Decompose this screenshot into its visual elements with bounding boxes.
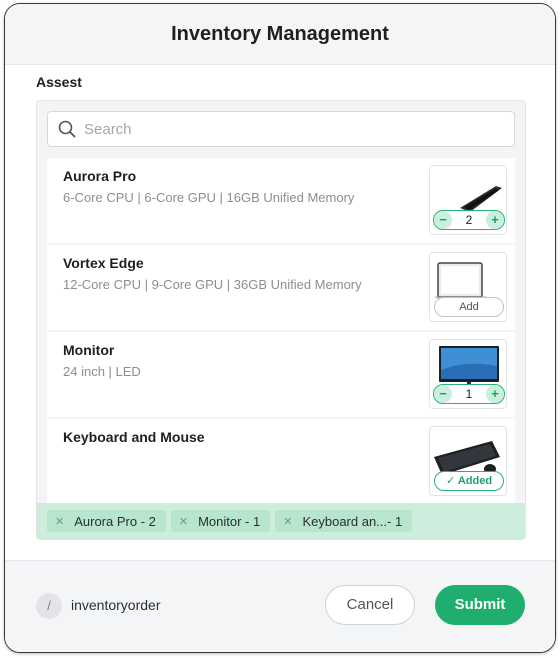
modal-title: Inventory Management (171, 22, 389, 45)
item-spec: 6-Core CPU | 6-Core GPU | 16GB Unified M… (63, 190, 355, 205)
chip-label: Monitor - 1 (198, 513, 261, 529)
added-label: Added (457, 475, 493, 487)
section-label: Assest (36, 74, 82, 90)
inventory-modal: Inventory Management Assest Aurora Pro 6… (4, 3, 556, 653)
list-item: Monitor 24 inch | LED − 1 + (47, 332, 515, 417)
selected-chip[interactable]: ✕ Aurora Pro - 2 (47, 510, 166, 532)
list-item: Keyboard and Mouse ✓ Added (47, 419, 515, 504)
item-name: Keyboard and Mouse (63, 429, 205, 445)
asset-panel: Aurora Pro 6-Core CPU | 6-Core GPU | 16G… (36, 100, 526, 540)
search-icon (58, 120, 76, 138)
list-item: Aurora Pro 6-Core CPU | 6-Core GPU | 16G… (47, 158, 515, 243)
item-name: Aurora Pro (63, 168, 137, 184)
submit-button[interactable]: Submit (435, 585, 525, 625)
item-spec: 24 inch | LED (63, 364, 141, 379)
item-thumbnail: Add (429, 252, 507, 322)
chip-label: Aurora Pro - 2 (74, 513, 156, 529)
list-item: Vortex Edge 12-Core CPU | 9-Core GPU | 3… (47, 245, 515, 330)
chip-label-qty: - 1 (387, 513, 403, 529)
modal-header: Inventory Management (5, 4, 555, 65)
asset-list: Aurora Pro 6-Core CPU | 6-Core GPU | 16G… (47, 158, 515, 506)
decrement-button[interactable]: − (434, 385, 452, 403)
quantity-value: 1 (465, 387, 473, 401)
modal-footer: / inventoryorder Cancel Submit (5, 560, 555, 652)
item-name: Vortex Edge (63, 255, 144, 271)
quantity-value: 2 (465, 213, 473, 227)
check-icon: ✓ (445, 475, 456, 487)
selected-chip[interactable]: ✕ Keyboard an... - 1 (275, 510, 413, 532)
item-spec: 12-Core CPU | 9-Core GPU | 36GB Unified … (63, 277, 362, 292)
add-button[interactable]: Add (434, 297, 504, 317)
selected-chip[interactable]: ✕ Monitor - 1 (170, 510, 271, 532)
search-input[interactable] (84, 120, 514, 138)
remove-icon[interactable]: ✕ (179, 515, 188, 528)
slash-icon: / (36, 593, 62, 619)
search-box[interactable] (47, 111, 515, 147)
cancel-button[interactable]: Cancel (325, 585, 415, 625)
item-thumbnail: − 2 + (429, 165, 507, 235)
item-thumbnail: ✓ Added (429, 426, 507, 496)
chip-label-name: Keyboard an... (302, 513, 388, 529)
added-button[interactable]: ✓ Added (434, 471, 504, 491)
increment-button[interactable]: + (486, 211, 504, 229)
remove-icon[interactable]: ✕ (283, 515, 292, 528)
decrement-button[interactable]: − (434, 211, 452, 229)
increment-button[interactable]: + (486, 385, 504, 403)
selected-chips-bar: ✕ Aurora Pro - 2 ✕ Monitor - 1 ✕ Keyboar… (37, 503, 525, 539)
quantity-stepper[interactable]: − 2 + (433, 210, 505, 230)
item-name: Monitor (63, 342, 115, 358)
remove-icon[interactable]: ✕ (55, 515, 64, 528)
quantity-stepper[interactable]: − 1 + (433, 384, 505, 404)
item-thumbnail: − 1 + (429, 339, 507, 409)
order-name: inventoryorder (71, 597, 161, 613)
